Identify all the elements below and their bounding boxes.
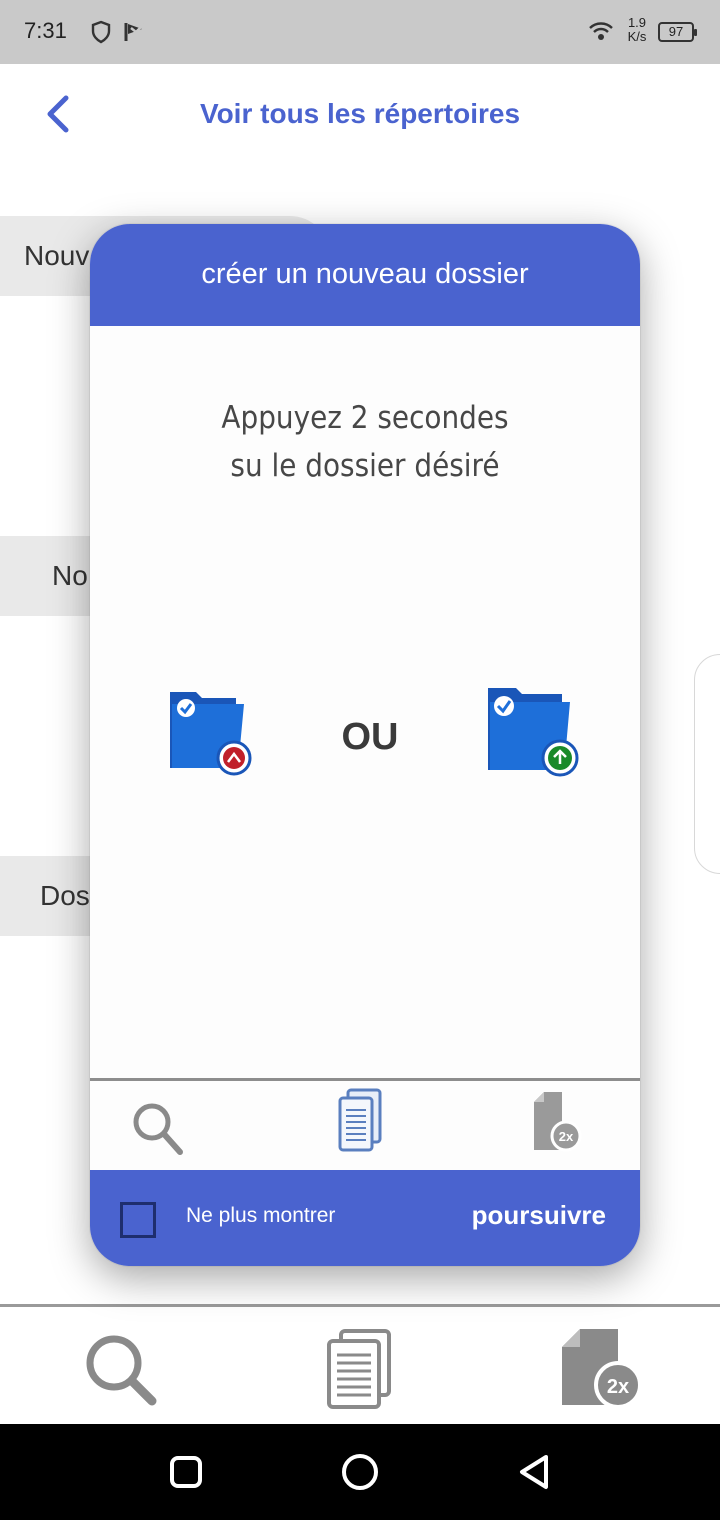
continue-button[interactable]: poursuivre [472,1200,606,1231]
documents-icon [336,1088,384,1154]
status-bar: 7:31 1.9 K/s 97 [0,0,720,64]
side-drawer-handle[interactable] [694,654,720,874]
network-speed: 1.9 K/s [622,16,652,44]
network-speed-value: 1.9 [627,15,647,30]
folder-delete-icon [166,682,256,782]
dont-show-again-label[interactable]: Ne plus montrer [186,1204,335,1228]
search-icon [130,1096,186,1162]
tutorial-dialog: créer un nouveau dossier Appuyez 2 secon… [90,224,640,1266]
badge-2x: 2x [559,1129,574,1144]
status-time: 7:31 [24,18,67,43]
home-circle-icon[interactable] [340,1452,380,1492]
instruction-line-2: su le dossier désiré [230,448,500,484]
bottom-toolbar: 2x [0,1304,720,1424]
documents-icon[interactable] [315,1325,405,1415]
page-title: Voir tous les répertoires [199,98,521,129]
recents-square-icon[interactable] [166,1452,206,1492]
network-speed-unit: K/s [627,29,647,44]
flag-icon [122,20,146,49]
dialog-header: créer un nouveau dossier [90,224,640,326]
instruction-text: Appuyez 2 secondes su le dossier désiré [118,394,613,490]
file-2x-icon: 2x [530,1090,584,1156]
back-triangle-icon[interactable] [514,1452,554,1492]
search-icon[interactable] [76,1325,166,1415]
dont-show-again-checkbox[interactable] [120,1202,156,1238]
file-2x-icon[interactable]: 2x [548,1325,642,1415]
app-header: Voir tous les répertoires [0,64,720,164]
folder-add-icon [482,674,582,784]
system-nav-bar [0,1424,720,1520]
battery-icon: 97 [658,22,697,42]
or-label: OU [341,716,399,758]
divider [90,1078,640,1081]
dialog-footer: Ne plus montrer poursuivre [90,1170,640,1266]
shield-icon [90,20,112,49]
dialog-title: créer un nouveau dossier [201,258,529,290]
badge-2x: 2x [607,1376,629,1398]
wifi-icon [588,20,614,47]
instruction-line-1: Appuyez 2 secondes [221,400,509,436]
